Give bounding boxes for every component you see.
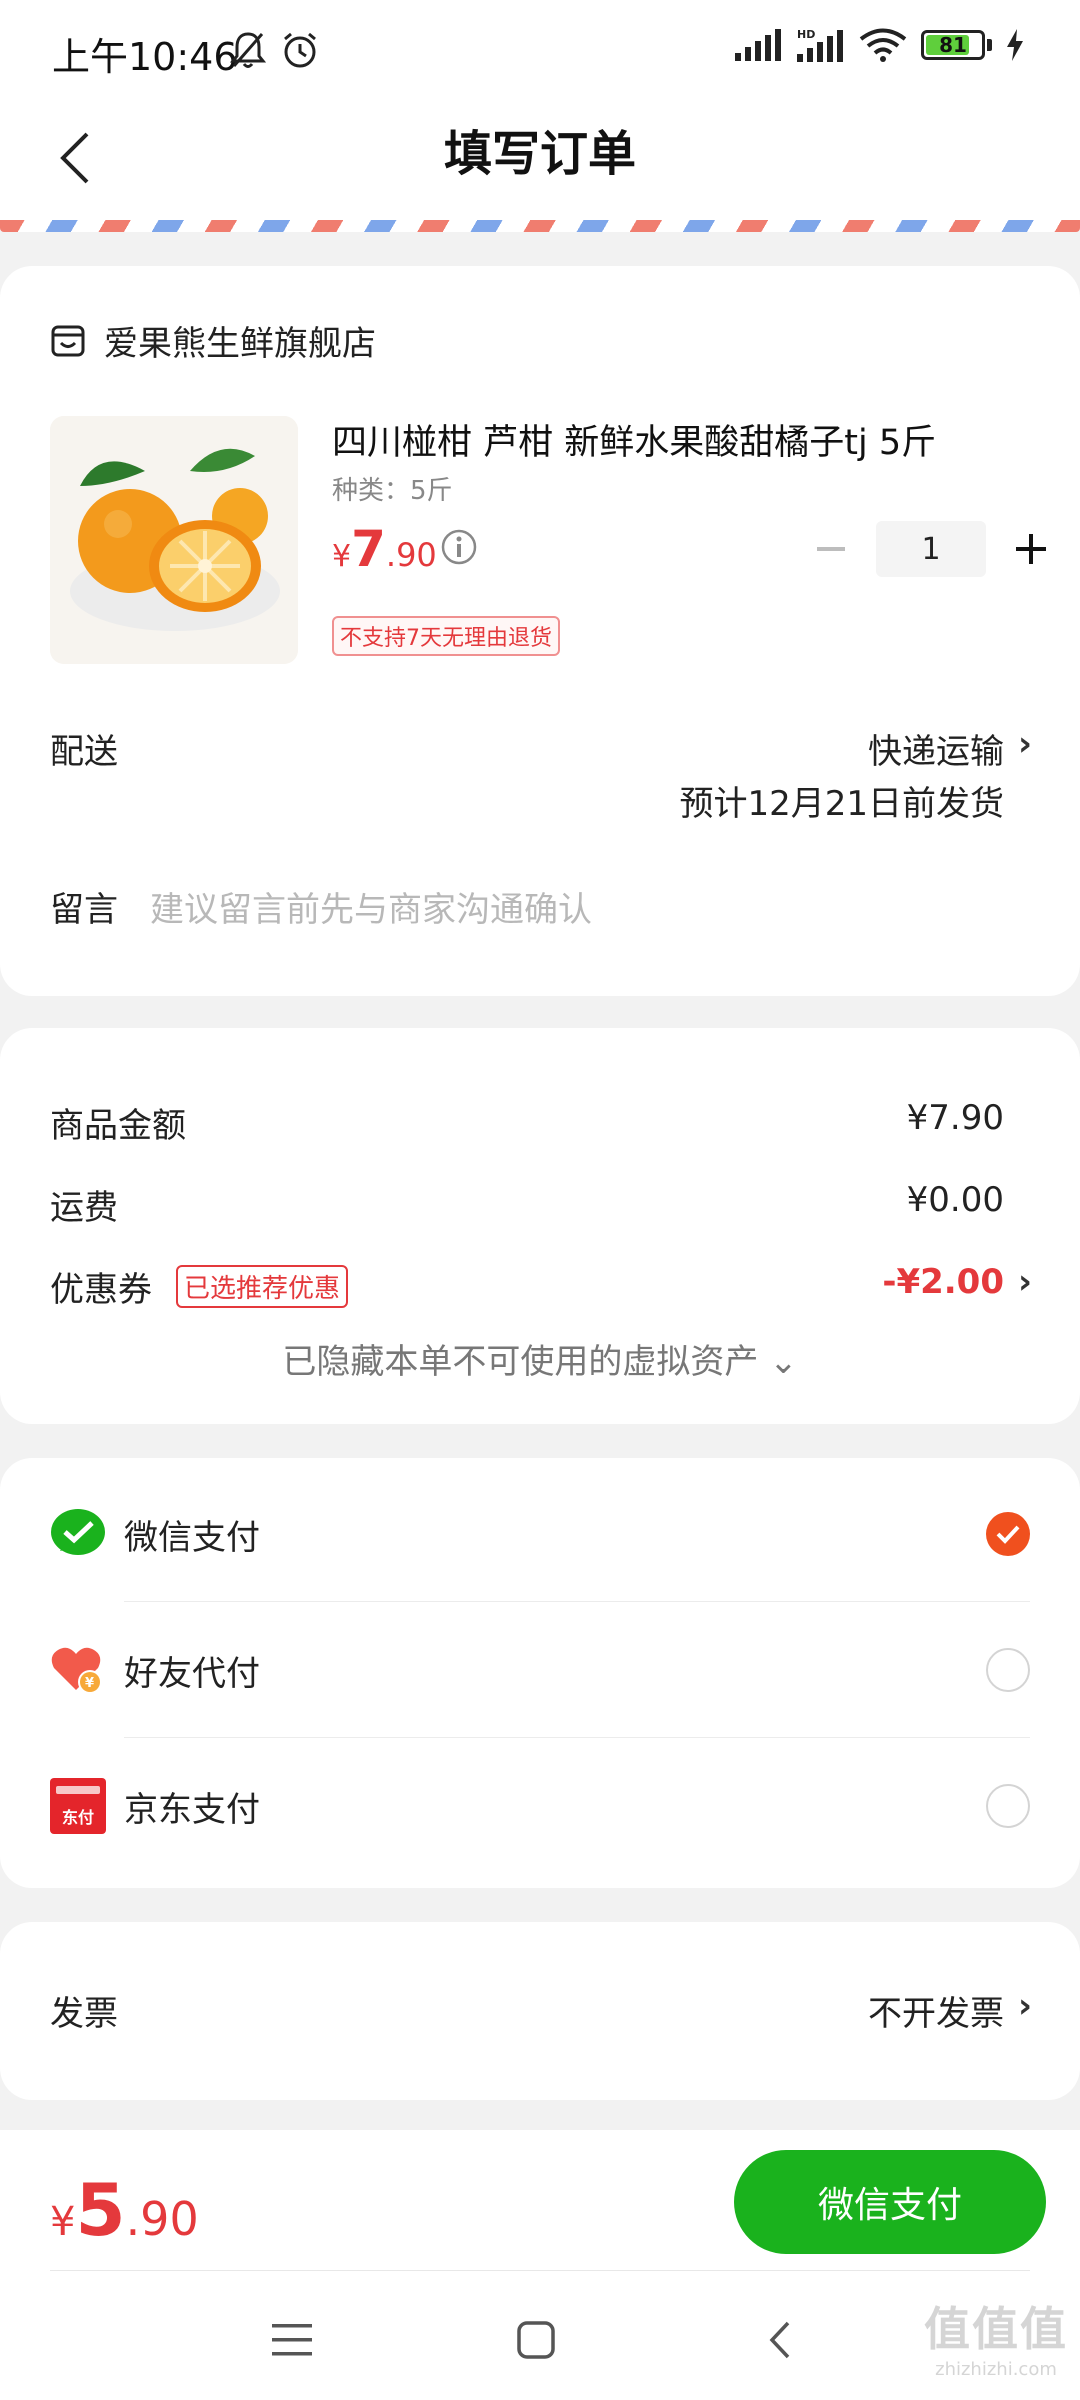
status-icons-left — [230, 30, 320, 70]
watermark: 值值值 zhizhizhi.com — [924, 2293, 1068, 2380]
message-label: 留言 — [50, 890, 118, 930]
store-icon — [51, 325, 85, 356]
payment-option-jd[interactable]: 东付 京东支付 — [0, 1738, 1080, 1874]
battery-level: 81 — [939, 33, 967, 57]
price-integer: 7 — [351, 520, 386, 578]
shipping-label: 运费 — [50, 1188, 118, 1228]
wifi-icon — [859, 28, 907, 62]
payment-label: 好友代付 — [124, 1654, 260, 1694]
increase-quantity-button[interactable] — [1006, 524, 1056, 574]
delivery-label: 配送 — [50, 732, 118, 772]
hidden-assets-toggle[interactable]: 已隐藏本单不可使用的虚拟资产 ⌄ — [0, 1334, 1080, 1383]
airmail-stripe-divider — [0, 220, 1080, 232]
mute-bell-icon — [230, 32, 266, 68]
payment-radio-checked[interactable] — [986, 1512, 1030, 1556]
wechat-pay-icon — [51, 1509, 105, 1555]
goods-amount-value: ¥7.90 — [906, 1098, 1004, 1138]
battery-indicator: 81 — [921, 30, 985, 60]
total-integer: 5 — [75, 2168, 126, 2252]
home-square-icon — [517, 2321, 555, 2359]
divider — [50, 2270, 1030, 2271]
charging-icon — [1007, 29, 1023, 61]
invoice-card[interactable]: 发票 不开发票 › — [0, 1922, 1080, 2100]
order-item-card: 爱果熊生鲜旗舰店 四川椪柑 芦柑 新鲜水果酸甜橘子tj 5斤 种类：5斤 ¥ 7… — [0, 266, 1080, 996]
info-icon[interactable] — [440, 528, 478, 566]
total-price: ¥ 5 .90 — [50, 2168, 199, 2252]
product-image[interactable] — [50, 416, 298, 664]
invoice-chevron-right-icon[interactable]: › — [1018, 1986, 1032, 2026]
signal-icon — [735, 29, 781, 61]
product-price: ¥ 7 .90 — [332, 520, 437, 578]
payment-option-friend[interactable]: ¥ 好友代付 — [0, 1602, 1080, 1738]
recents-button[interactable] — [262, 2310, 322, 2370]
chevron-left-icon — [769, 2321, 790, 2359]
return-policy-tag: 不支持7天无理由退货 — [332, 616, 560, 656]
message-input[interactable]: 建议留言前先与商家沟通确认 — [150, 882, 592, 931]
price-summary-card: 商品金额 ¥7.90 运费 ¥0.00 优惠券 已选推荐优惠 -¥2.00 › … — [0, 1028, 1080, 1424]
coupon-label: 优惠券 — [50, 1270, 152, 1310]
payment-radio-unchecked[interactable] — [986, 1784, 1030, 1828]
jd-pay-icon: 东付 — [50, 1778, 106, 1834]
page-title: 填写订单 — [443, 126, 636, 182]
payment-radio-unchecked[interactable] — [986, 1648, 1030, 1692]
system-navigation-bar — [0, 2280, 1080, 2390]
price-decimal: .90 — [385, 536, 437, 574]
goods-amount-label: 商品金额 — [50, 1106, 186, 1146]
wechat-pay-button[interactable]: 微信支付 — [734, 2150, 1046, 2254]
status-time: 上午10:46 — [52, 35, 238, 79]
coupon-tag: 已选推荐优惠 — [176, 1265, 349, 1308]
payment-label: 京东支付 — [124, 1790, 260, 1830]
nav-bar: 填写订单 — [0, 100, 1080, 220]
check-icon — [996, 1525, 1020, 1544]
payment-methods-card: 微信支付 ¥ 好友代付 东付 京东支付 — [0, 1458, 1080, 1888]
price-currency: ¥ — [332, 539, 352, 574]
minus-icon — [817, 547, 845, 551]
store-header[interactable]: 爱果熊生鲜旗舰店 — [50, 316, 376, 365]
delivery-chevron-right-icon[interactable]: › — [1018, 724, 1032, 764]
alarm-icon — [284, 32, 316, 68]
quantity-value[interactable]: 1 — [876, 521, 986, 577]
total-decimal: .90 — [125, 2192, 199, 2246]
plus-icon — [1016, 534, 1046, 564]
delivery-eta: 预计12月21日前发货 — [679, 784, 1004, 824]
decrease-quantity-button[interactable] — [806, 524, 856, 574]
product-spec[interactable]: 种类：5斤 — [332, 470, 453, 507]
product-title[interactable]: 四川椪柑 芦柑 新鲜水果酸甜橘子tj 5斤 — [332, 414, 1012, 465]
battery-tip — [987, 39, 992, 51]
watermark-logo: 值值值 — [924, 2302, 1068, 2356]
payment-label: 微信支付 — [124, 1518, 260, 1558]
store-name: 爱果熊生鲜旗舰店 — [104, 324, 376, 364]
status-bar: 上午10:46 HD 81 — [0, 0, 1080, 100]
svg-text:HD: HD — [797, 28, 815, 41]
tangerine-image-icon — [50, 416, 298, 664]
invoice-value[interactable]: 不开发票 — [868, 1986, 1004, 2035]
signal-hd-icon: HD — [797, 28, 843, 62]
payment-option-wechat[interactable]: 微信支付 — [0, 1466, 1080, 1602]
invoice-label: 发票 — [50, 1994, 118, 2034]
total-currency: ¥ — [50, 2199, 76, 2245]
quantity-stepper: 1 — [806, 521, 1056, 577]
coupon-value[interactable]: -¥2.00 — [882, 1262, 1004, 1302]
friend-pay-heart-icon: ¥ — [51, 1647, 102, 1694]
status-icons-right: HD 81 — [735, 28, 1024, 62]
svg-text:¥: ¥ — [85, 1676, 94, 1691]
checkout-bar: ¥ 5 .90 微信支付 值值值 zhizhizhi.com — [0, 2130, 1080, 2400]
system-back-button[interactable] — [750, 2310, 810, 2370]
watermark-url: zhizhizhi.com — [935, 2359, 1057, 2380]
delivery-method[interactable]: 快递运输 — [868, 724, 1004, 773]
shipping-value: ¥0.00 — [906, 1180, 1004, 1220]
home-button[interactable] — [506, 2310, 566, 2370]
coupon-chevron-right-icon[interactable]: › — [1018, 1262, 1032, 1302]
jd-pay-icon-text: 东付 — [61, 1808, 94, 1827]
menu-icon — [272, 2324, 312, 2356]
